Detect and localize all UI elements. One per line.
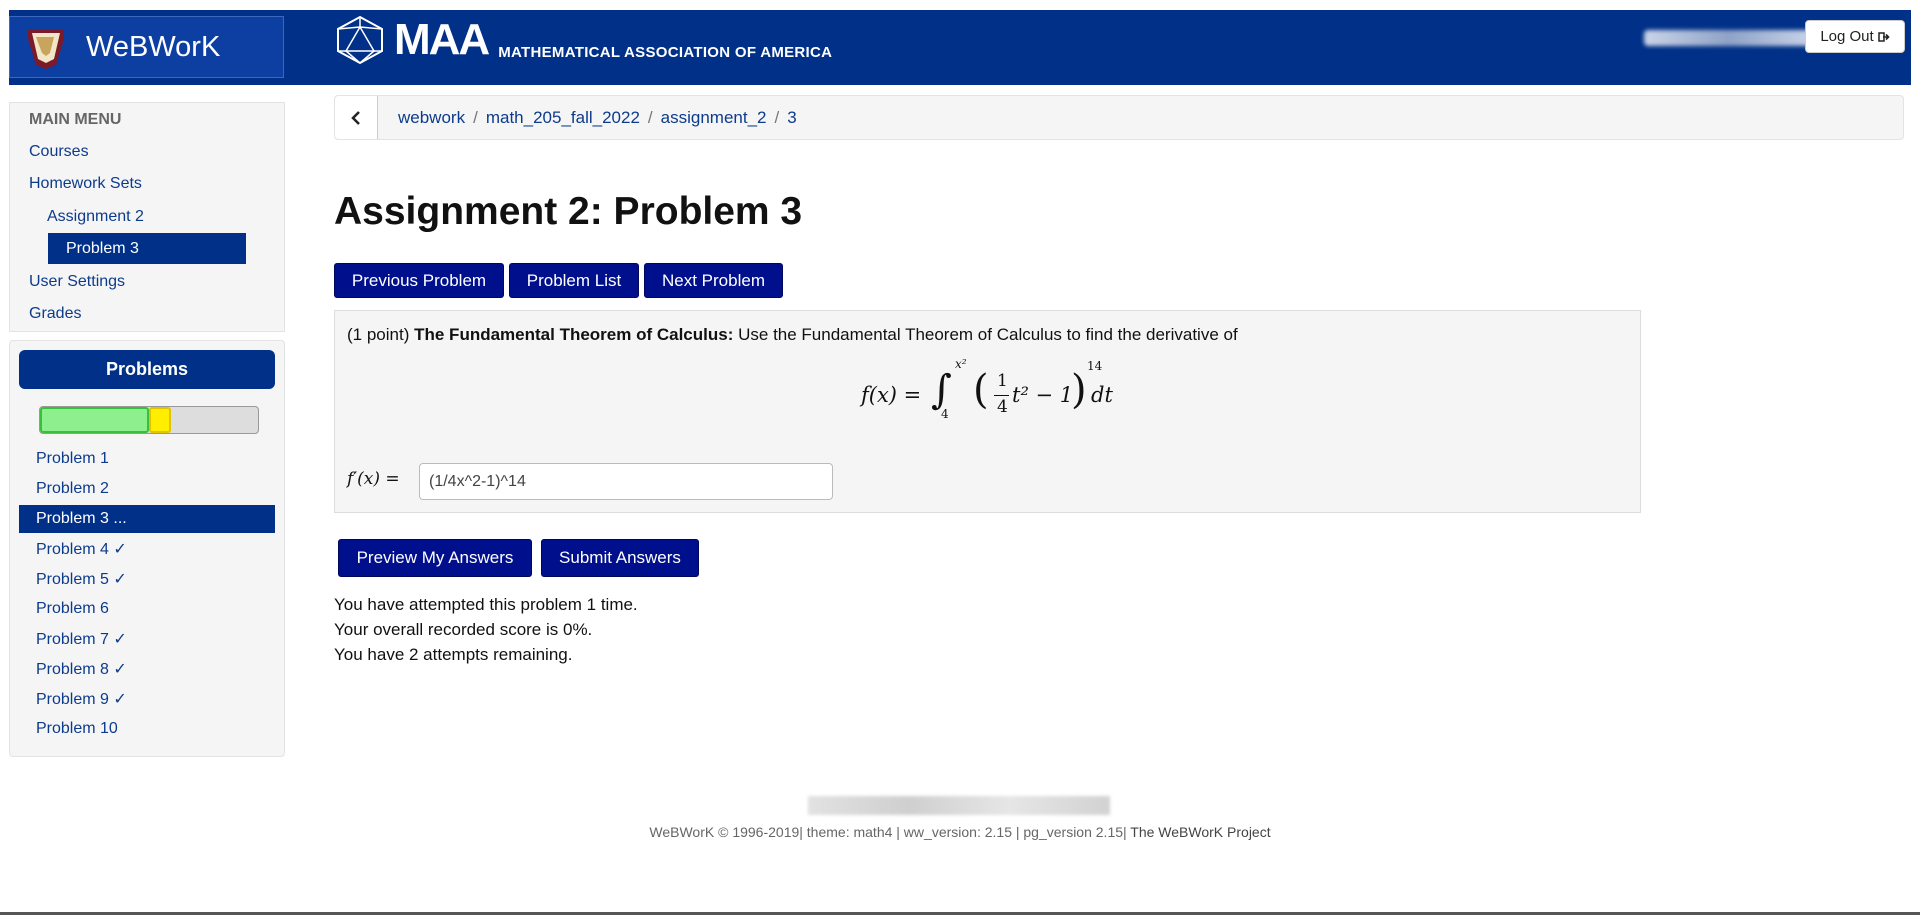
menu-item-courses[interactable]: Courses (29, 143, 89, 161)
progress-correct (40, 407, 149, 433)
main-menu-heading: MAIN MENU (29, 111, 122, 128)
progress-in-progress (149, 407, 171, 433)
menu-item-problem-3[interactable]: Problem 3 (48, 233, 246, 264)
webwork-brand[interactable]: WeBWorK (9, 16, 284, 78)
problem-list-item[interactable]: Problem 2 (19, 475, 275, 503)
breadcrumb-separator: / (774, 108, 780, 127)
problem-list-item-active[interactable]: Problem 3 ... (19, 505, 275, 533)
menu-item-grades[interactable]: Grades (29, 305, 81, 323)
upper-limit: x² (955, 357, 967, 371)
problem-statement: (1 point) The Fundamental Theorem of Cal… (347, 325, 1238, 345)
menu-item-assignment-2[interactable]: Assignment 2 (47, 208, 144, 226)
set-progress-bar (39, 406, 259, 434)
problem-list-item[interactable]: Problem 5 ✓ (19, 565, 275, 593)
main-menu: MAIN MENU Courses Homework Sets Assignme… (9, 102, 285, 332)
right-paren: ) (1071, 367, 1087, 413)
breadcrumb: webwork / math_205_fall_2022 / assignmen… (334, 95, 1904, 140)
breadcrumb-course[interactable]: math_205_fall_2022 (486, 108, 640, 128)
next-problem-button[interactable]: Next Problem (644, 263, 783, 298)
differential: dt (1091, 383, 1113, 407)
attempts-status: You have attempted this problem 1 time. (334, 595, 638, 614)
footer-redacted (808, 796, 1110, 815)
breadcrumb-problem: 3 (787, 108, 797, 127)
logout-button[interactable]: Log Out (1805, 20, 1905, 53)
footer: WeBWorK © 1996-2019| theme: math4 | ww_v… (0, 824, 1920, 840)
remaining-attempts-status: You have 2 attempts remaining. (334, 645, 573, 664)
maa-short-name: MAA (394, 15, 490, 64)
fraction-bar (994, 395, 1009, 396)
fraction-denominator: 4 (997, 397, 1008, 417)
back-button[interactable] (335, 96, 378, 139)
formula-lhs: f(x) = (861, 383, 922, 407)
exponent: 14 (1087, 359, 1103, 373)
problem-list-item[interactable]: Problem 8 ✓ (19, 655, 275, 683)
page-title: Assignment 2: Problem 3 (334, 190, 803, 233)
problem-body: (1 point) The Fundamental Theorem of Cal… (334, 310, 1641, 513)
breadcrumb-set[interactable]: assignment_2 (661, 108, 767, 128)
previous-problem-button[interactable]: Previous Problem (334, 263, 504, 298)
submit-answers-button[interactable]: Submit Answers (541, 539, 699, 577)
app-name: WeBWorK (86, 30, 221, 63)
breadcrumb-webwork[interactable]: webwork (398, 108, 465, 128)
menu-item-homework-sets[interactable]: Homework Sets (29, 175, 142, 193)
maa-long-name: MATHEMATICAL ASSOCIATION OF AMERICA (498, 43, 833, 61)
answer-label: f′(x) = (347, 469, 400, 489)
problem-list-item[interactable]: Problem 1 (19, 445, 275, 473)
breadcrumb-separator: / (473, 108, 478, 127)
footer-text: WeBWorK © 1996-2019| theme: math4 | ww_v… (649, 824, 1127, 840)
breadcrumb-separator: / (647, 108, 653, 127)
problem-list-item[interactable]: Problem 10 (19, 715, 275, 743)
problem-list-item[interactable]: Problem 6 (19, 595, 275, 623)
left-paren: ( (973, 367, 989, 413)
maa-logo[interactable]: MAA MATHEMATICAL ASSOCIATION OF AMERICA (334, 15, 832, 65)
logout-label: Log Out (1820, 28, 1874, 45)
integrand-term: t² − 1 (1012, 383, 1074, 407)
problem-text: Use the Fundamental Theorem of Calculus … (738, 325, 1238, 344)
problem-list-button[interactable]: Problem List (509, 263, 639, 298)
top-strip (0, 0, 1920, 10)
maa-icosahedron-icon (337, 15, 383, 65)
problems-panel: Problems Problem 1 Problem 2 Problem 3 .… (9, 340, 285, 757)
problem-list-item[interactable]: Problem 4 ✓ (19, 535, 275, 563)
menu-item-user-settings[interactable]: User Settings (29, 273, 125, 291)
problem-list-item[interactable]: Problem 7 ✓ (19, 625, 275, 653)
sign-out-icon (1877, 31, 1890, 42)
user-name-redacted (1644, 30, 1814, 46)
answer-input[interactable] (419, 463, 833, 500)
footer-project-link[interactable]: The WeBWorK Project (1130, 824, 1270, 840)
chevron-left-icon (351, 110, 360, 125)
lower-limit: 4 (941, 407, 949, 421)
score-status: Your overall recorded score is 0%. (334, 620, 593, 639)
problems-panel-title: Problems (19, 350, 275, 389)
preview-answers-button[interactable]: Preview My Answers (338, 539, 532, 577)
webwork-logo-icon (28, 29, 64, 69)
site-header: WeBWorK MAA MATHEMATICAL ASSOCIATION OF … (9, 10, 1911, 85)
problem-heading: The Fundamental Theorem of Calculus: (414, 325, 734, 344)
fraction-numerator: 1 (997, 371, 1008, 391)
problem-list-item[interactable]: Problem 9 ✓ (19, 685, 275, 713)
integral-formula: f(x) = ∫ x² 4 ( 1 4 t² − 1 ) 14 dt (861, 357, 1121, 423)
problem-points: (1 point) (347, 325, 410, 344)
